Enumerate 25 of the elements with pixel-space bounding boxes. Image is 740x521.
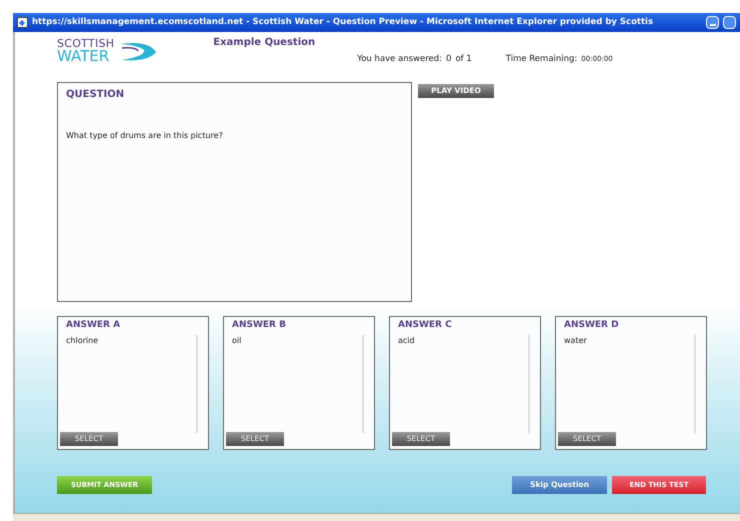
page-heading: Example Question [213,36,316,50]
progress-count: 0 [446,53,452,66]
answer-heading: ANSWER A [66,319,122,332]
window-title: https://skillsmanagement.ecomscotland.net - Scottish Water - Question Preview - Microsoft Internet Explorer provided by Scottis [32,16,654,29]
restore-button[interactable] [723,16,736,29]
scrollbar[interactable] [362,335,364,433]
answer-text: chlorine [66,334,100,346]
answer-text: oil [232,334,242,346]
minimize-button[interactable] [706,16,719,29]
logo-text: WATER [57,49,110,64]
timer-label: Time Remaining: [506,53,578,66]
scrollbar[interactable] [528,335,530,433]
browser-icon [17,17,28,28]
answer-text: acid [398,334,416,346]
logo-text: SCOTTISH [57,38,114,49]
answer-text: water [564,334,588,346]
answer-heading: ANSWER D [564,319,620,332]
question-text: What type of drums are in this picture? [66,130,224,142]
progress-label: You have answered: [357,53,442,66]
progress-total: of 1 [455,53,472,66]
question-heading: QUESTION [66,88,126,102]
answer-heading: ANSWER B [232,319,287,332]
scrollbar[interactable] [196,335,198,433]
scrollbar[interactable] [694,335,696,433]
answer-heading: ANSWER C [398,319,453,332]
